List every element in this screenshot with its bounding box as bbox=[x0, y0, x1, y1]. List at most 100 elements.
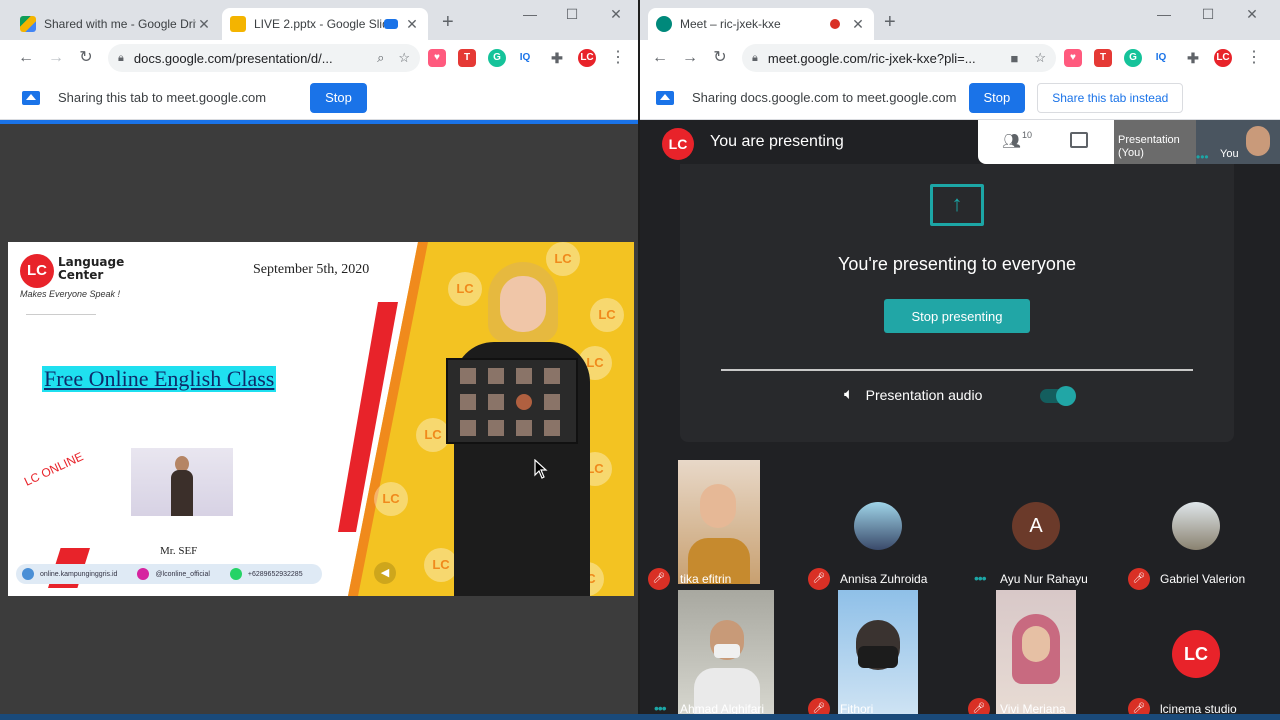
back-icon[interactable]: ← bbox=[16, 48, 36, 68]
tab-google-drive[interactable]: Shared with me - Google Drive ✕ bbox=[12, 8, 220, 40]
new-tab-icon[interactable]: + bbox=[442, 12, 454, 32]
reload-icon[interactable]: ↻ bbox=[76, 48, 96, 68]
screen-share-icon bbox=[656, 90, 674, 105]
presenting-panel: You're presenting to everyone Stop prese… bbox=[680, 164, 1234, 442]
tab-google-slides[interactable]: LIVE 2.pptx - Google Slides ✕ bbox=[222, 8, 428, 40]
tab-strip: Shared with me - Google Drive ✕ LIVE 2.p… bbox=[0, 0, 638, 40]
camera-indicator-icon[interactable]: ■ bbox=[1010, 51, 1018, 66]
address-bar[interactable]: 🔒︎ docs.google.com/presentation/d/... ⌕ … bbox=[108, 44, 420, 72]
participant-video bbox=[678, 460, 760, 584]
self-view-tile[interactable]: ••• You bbox=[1196, 120, 1280, 164]
extension-heart-icon[interactable]: ♥ bbox=[428, 49, 446, 67]
participant-name: tika efitrin bbox=[680, 572, 732, 586]
stop-presenting-button[interactable]: Stop presenting bbox=[884, 299, 1030, 333]
slide-date: September 5th, 2020 bbox=[253, 262, 370, 277]
close-tab-icon[interactable]: ✕ bbox=[850, 16, 866, 33]
close-window-icon[interactable]: ✕ bbox=[606, 6, 626, 23]
audio-label: Presentation audio bbox=[865, 387, 983, 403]
teacher-name: Mr. SEF bbox=[160, 545, 198, 557]
tab-google-meet[interactable]: Meet – ric-jxek-kxe ✕ bbox=[648, 8, 874, 40]
tab-label: Shared with me - Google Drive bbox=[44, 17, 196, 31]
sharing-border bbox=[0, 120, 638, 124]
participant-tile[interactable]: 🎤︎ Vivi Meriana bbox=[960, 590, 1120, 720]
bookmark-star-icon[interactable]: ☆ bbox=[398, 50, 410, 66]
participant-tile[interactable]: 🎤︎ Annisa Zuhroida bbox=[800, 460, 960, 590]
participant-name: Gabriel Valerion bbox=[1160, 572, 1246, 586]
minimize-icon[interactable]: — bbox=[520, 6, 540, 22]
extensions-puzzle-icon[interactable]: ✚ bbox=[1184, 49, 1202, 67]
chat-icon[interactable] bbox=[1070, 132, 1088, 148]
slide-speaker-icon[interactable]: ◀︎ bbox=[374, 562, 396, 584]
teacher-photo bbox=[131, 448, 233, 516]
participant-tile[interactable]: LC 🎤︎ lcinema studio bbox=[1120, 590, 1280, 720]
meet-header: LC You are presenting 👥︎ 10 Presentation… bbox=[640, 120, 1280, 164]
participant-tile[interactable]: 🎤︎ tika efitrin bbox=[640, 460, 800, 590]
new-tab-icon[interactable]: + bbox=[884, 12, 896, 32]
url-text: meet.google.com/ric-jxek-kxe?pli=... bbox=[767, 50, 976, 66]
presenting-title: You are presenting bbox=[710, 133, 844, 150]
extension-grammarly-icon[interactable]: G bbox=[488, 49, 506, 67]
extension-heart-icon[interactable]: ♥ bbox=[1064, 49, 1082, 67]
extension-grammarly-icon[interactable]: G bbox=[1124, 49, 1142, 67]
mic-off-icon: 🎤︎ bbox=[1128, 568, 1150, 590]
self-label: You bbox=[1220, 148, 1239, 160]
presentation-mini-tile[interactable]: Presentation (You) bbox=[1114, 120, 1196, 164]
menu-kebab-icon[interactable]: ⋮ bbox=[608, 48, 628, 68]
panel-divider bbox=[721, 369, 1193, 371]
tab-strip: Meet – ric-jxek-kxe ✕ + — ☐ ✕ bbox=[640, 0, 1280, 40]
menu-kebab-icon[interactable]: ⋮ bbox=[1244, 48, 1264, 68]
recording-dot-icon bbox=[830, 19, 840, 29]
participant-video bbox=[996, 590, 1076, 718]
extension-iq-icon[interactable]: IQ bbox=[1152, 49, 1170, 67]
participant-tile[interactable]: A ••• Ayu Nur Rahayu bbox=[960, 460, 1120, 590]
forward-icon[interactable]: → bbox=[46, 48, 66, 68]
people-icon[interactable]: 👥︎ bbox=[1002, 132, 1021, 150]
maximize-icon[interactable]: ☐ bbox=[562, 6, 582, 23]
bookmark-star-icon[interactable]: ☆ bbox=[1034, 50, 1046, 66]
profile-avatar[interactable]: LC bbox=[578, 49, 596, 67]
forward-icon[interactable]: → bbox=[680, 48, 700, 68]
laptop-screen bbox=[446, 358, 578, 444]
meet-icon bbox=[656, 16, 672, 32]
zoom-icon[interactable]: ⌕ bbox=[377, 50, 384, 66]
share-this-tab-button[interactable]: Share this tab instead bbox=[1037, 82, 1184, 113]
close-tab-icon[interactable]: ✕ bbox=[404, 16, 420, 33]
mouse-cursor-icon bbox=[534, 459, 548, 479]
participant-tile[interactable]: ••• Ahmad Alghifari bbox=[640, 590, 800, 720]
slides-icon bbox=[230, 16, 246, 32]
participant-name: Ayu Nur Rahayu bbox=[1000, 572, 1088, 586]
maximize-icon[interactable]: ☐ bbox=[1198, 6, 1218, 23]
lock-icon: 🔒︎ bbox=[118, 51, 124, 64]
stop-sharing-button[interactable]: Stop bbox=[310, 82, 367, 113]
participant-tile[interactable]: 🎤︎ Gabriel Valerion bbox=[1120, 460, 1280, 590]
extensions-puzzle-icon[interactable]: ✚ bbox=[548, 49, 566, 67]
taskbar-strip bbox=[0, 714, 1280, 720]
close-tab-icon[interactable]: ✕ bbox=[196, 16, 212, 33]
stop-sharing-button[interactable]: Stop bbox=[968, 82, 1026, 113]
participant-video bbox=[838, 590, 918, 718]
close-window-icon[interactable]: ✕ bbox=[1242, 6, 1262, 23]
participant-name: Annisa Zuhroida bbox=[840, 572, 928, 586]
presentation-audio-toggle[interactable] bbox=[1040, 386, 1076, 406]
contact-website: online.kampunginggris.id bbox=[40, 570, 118, 578]
reload-icon[interactable]: ↻ bbox=[710, 48, 730, 68]
extension-todoist-icon[interactable]: T bbox=[458, 49, 476, 67]
tab-label: LIVE 2.pptx - Google Slides bbox=[254, 17, 384, 31]
brand-name: Language Center bbox=[58, 255, 125, 282]
address-bar[interactable]: 🔒︎ meet.google.com/ric-jxek-kxe?pli=... … bbox=[742, 44, 1056, 72]
sharing-infobar: Sharing docs.google.com to meet.google.c… bbox=[640, 76, 1280, 120]
presenter-face bbox=[500, 276, 546, 332]
contact-instagram: @lconline_official bbox=[155, 570, 210, 578]
meet-controls: 👥︎ 10 bbox=[978, 120, 1114, 164]
self-face bbox=[1246, 126, 1270, 156]
back-icon[interactable]: ← bbox=[650, 48, 670, 68]
extension-iq-icon[interactable]: IQ bbox=[516, 49, 534, 67]
extension-todoist-icon[interactable]: T bbox=[1094, 49, 1112, 67]
mini-tile-label: Presentation (You) bbox=[1118, 134, 1180, 159]
lock-icon: 🔒︎ bbox=[752, 51, 758, 64]
minimize-icon[interactable]: — bbox=[1154, 6, 1174, 22]
logo-underline bbox=[26, 314, 96, 315]
profile-avatar[interactable]: LC bbox=[1214, 49, 1232, 67]
speaking-dots-icon: ••• bbox=[974, 570, 987, 586]
participant-tile[interactable]: 🎤︎ Fithori bbox=[800, 590, 960, 720]
